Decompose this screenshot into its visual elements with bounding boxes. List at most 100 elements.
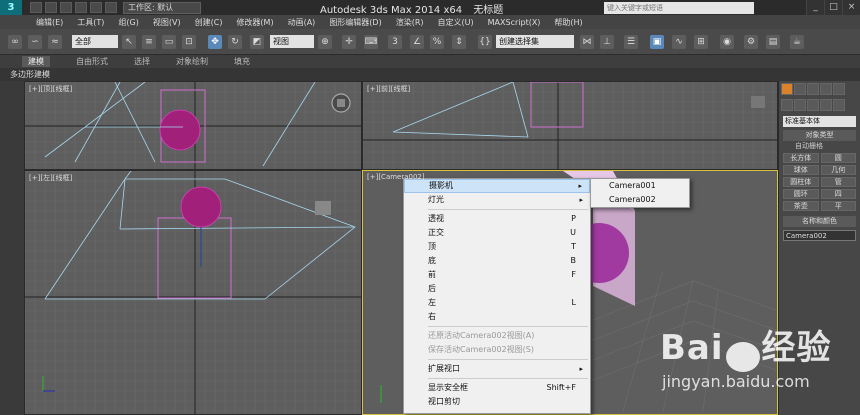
viewport-label-camera[interactable]: [+][Camera002]: [367, 173, 425, 181]
render-production-icon[interactable]: ☕: [790, 35, 804, 49]
edit-named-selection-icon[interactable]: {}: [478, 35, 492, 49]
select-manipulate-icon[interactable]: ✛: [342, 35, 356, 49]
viewport-label-top[interactable]: [+][顶][线框]: [29, 84, 72, 94]
schematic-view-icon[interactable]: ⊞: [694, 35, 708, 49]
object-type-button[interactable]: 圆环: [783, 189, 819, 199]
workspace-dropdown[interactable]: 工作区: 默认: [123, 1, 201, 14]
ribbon-tab[interactable]: 填充: [234, 56, 250, 67]
snaps-toggle-icon[interactable]: 3: [388, 35, 402, 49]
context-menu-item[interactable]: 后: [404, 282, 590, 296]
selection-filter-dropdown[interactable]: 全部: [72, 35, 118, 48]
object-type-button[interactable]: 茶壶: [783, 201, 819, 211]
context-menu-item[interactable]: 还原活动Camera002视图(A): [404, 329, 590, 343]
undo-icon[interactable]: [75, 2, 87, 13]
hierarchy-tab-icon[interactable]: [807, 83, 819, 95]
cameras-icon[interactable]: [820, 99, 832, 111]
bind-spacewarp-icon[interactable]: ≈: [48, 35, 62, 49]
pivot-center-icon[interactable]: ⊕: [318, 35, 332, 49]
object-type-button[interactable]: 四: [820, 189, 856, 199]
menu-item[interactable]: 动画(A): [288, 17, 316, 28]
name-and-color-rollout[interactable]: 名称和颜色: [783, 216, 856, 227]
select-object-icon[interactable]: ↖: [122, 35, 136, 49]
menu-item[interactable]: 渲染(R): [396, 17, 424, 28]
select-and-scale-icon[interactable]: ◩: [250, 35, 264, 49]
context-menu-item[interactable]: 视口剪切: [404, 395, 590, 409]
render-setup-icon[interactable]: ⚙: [744, 35, 758, 49]
camera-submenu-item[interactable]: Camera001: [591, 179, 689, 193]
lights-icon[interactable]: [807, 99, 819, 111]
viewport-label-left[interactable]: [+][左][线框]: [29, 173, 72, 183]
object-type-button[interactable]: 圆: [820, 153, 856, 163]
minimize-icon[interactable]: _: [806, 0, 824, 15]
menu-item[interactable]: 视图(V): [153, 17, 181, 28]
viewport-label-front[interactable]: [+][前][线框]: [367, 84, 410, 94]
menu-item[interactable]: 图形编辑器(D): [329, 17, 381, 28]
save-file-icon[interactable]: [60, 2, 72, 13]
object-category-dropdown[interactable]: 标准基本体: [783, 116, 856, 127]
curve-editor-icon[interactable]: ∿: [672, 35, 686, 49]
menu-item[interactable]: 编辑(E): [36, 17, 63, 28]
select-and-move-icon[interactable]: ✥: [208, 35, 222, 49]
viewport-top[interactable]: [+][顶][线框]: [24, 81, 362, 170]
object-type-button[interactable]: 平: [820, 201, 856, 211]
ribbon-tab[interactable]: 对象绘制: [176, 56, 208, 67]
context-menu-item[interactable]: 正交 U: [404, 226, 590, 240]
maximize-icon[interactable]: □: [824, 0, 842, 15]
object-type-button[interactable]: 长方体: [783, 153, 819, 163]
geometry-icon[interactable]: [781, 99, 793, 111]
ribbon-tab[interactable]: 建模: [22, 56, 50, 67]
rectangular-selection-icon[interactable]: ▭: [162, 35, 176, 49]
menu-item[interactable]: 组(G): [118, 17, 138, 28]
keyboard-shortcut-icon[interactable]: ⌨: [364, 35, 378, 49]
new-file-icon[interactable]: [30, 2, 42, 13]
layer-manager-icon[interactable]: ☰: [624, 35, 638, 49]
display-tab-icon[interactable]: [833, 83, 845, 95]
select-by-name-icon[interactable]: ≡: [142, 35, 156, 49]
select-and-rotate-icon[interactable]: ↻: [228, 35, 242, 49]
menu-item[interactable]: 帮助(H): [554, 17, 582, 28]
window-crossing-icon[interactable]: ⊡: [182, 35, 196, 49]
align-icon[interactable]: ⊥: [600, 35, 614, 49]
object-name-field[interactable]: Camera002: [783, 230, 856, 241]
angle-snap-icon[interactable]: ∠: [410, 35, 424, 49]
context-menu-item[interactable]: 底B: [404, 254, 590, 268]
object-type-button[interactable]: 球体: [783, 165, 819, 175]
spinner-snap-icon[interactable]: ⇕: [452, 35, 466, 49]
link-icon[interactable]: ∞: [8, 35, 22, 49]
menu-item[interactable]: 自定义(U): [438, 17, 474, 28]
context-menu-item[interactable]: 扩展视口 ▸: [404, 362, 590, 376]
create-tab-icon[interactable]: [781, 83, 793, 95]
mirror-icon[interactable]: ⋈: [580, 35, 594, 49]
menu-item[interactable]: 工具(T): [77, 17, 104, 28]
graphite-ribbon-icon[interactable]: ▣: [650, 35, 664, 49]
context-menu-item[interactable]: 左L: [404, 296, 590, 310]
ribbon-tab[interactable]: 自由形式: [76, 56, 108, 67]
autogrid-checkbox[interactable]: 自动栅格: [779, 141, 860, 151]
context-menu-item[interactable]: 顶T: [404, 240, 590, 254]
search-input[interactable]: 键入关键字或短语: [604, 2, 754, 14]
unlink-icon[interactable]: ∽: [28, 35, 42, 49]
motion-tab-icon[interactable]: [820, 83, 832, 95]
menu-item[interactable]: 创建(C): [195, 17, 223, 28]
rendered-frame-icon[interactable]: ▤: [766, 35, 780, 49]
context-menu-item[interactable]: 保存活动Camera002视图(S): [404, 343, 590, 357]
context-menu-item[interactable]: 灯光 ▸: [404, 193, 590, 207]
shapes-icon[interactable]: [794, 99, 806, 111]
app-logo-icon[interactable]: 3: [0, 0, 22, 15]
open-file-icon[interactable]: [45, 2, 57, 13]
named-selection-sets-dropdown[interactable]: 创建选择集: [496, 35, 574, 48]
object-type-button[interactable]: 圆柱体: [783, 177, 819, 187]
ribbon-tab[interactable]: 选择: [134, 56, 150, 67]
object-type-button[interactable]: 管: [820, 177, 856, 187]
context-menu-item[interactable]: 摄影机 ▸: [404, 179, 590, 193]
context-menu-item[interactable]: 透视 P: [404, 212, 590, 226]
percent-snap-icon[interactable]: %: [430, 35, 444, 49]
context-menu-item[interactable]: 右: [404, 310, 590, 324]
menu-item[interactable]: MAXScript(X): [488, 18, 541, 27]
close-icon[interactable]: ×: [842, 0, 860, 15]
viewport-left[interactable]: [+][左][线框]: [24, 170, 362, 415]
ribbon-subpanel[interactable]: 多边形建模: [0, 68, 860, 81]
reference-coordinate-dropdown[interactable]: 视图: [270, 35, 314, 48]
redo-icon[interactable]: [90, 2, 102, 13]
object-type-button[interactable]: 几何: [820, 165, 856, 175]
